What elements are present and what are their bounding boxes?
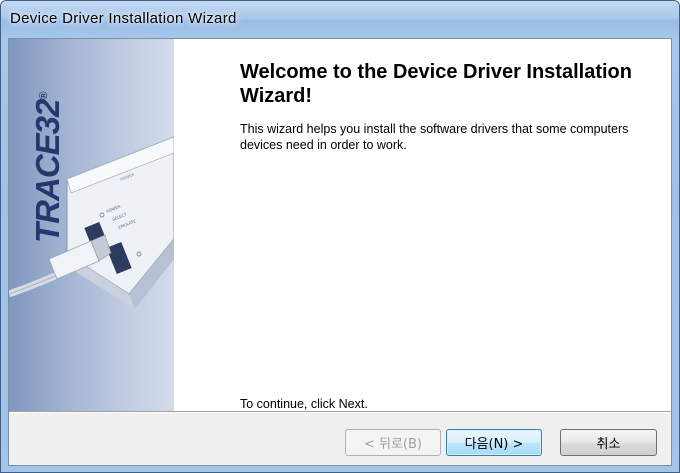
next-button[interactable]: 다음(N) > [446,429,542,456]
welcome-description: This wizard helps you install the softwa… [240,122,629,152]
device-illustration: POWER SELECT EMULATE POWER [9,136,174,309]
wizard-client-area: TRACE32® POWER SELECT EMULATE POWER Welc… [8,38,672,466]
welcome-heading: Welcome to the Device Driver Installatio… [240,61,632,107]
window-title: Device Driver Installation Wizard [10,10,237,27]
button-separator [9,411,671,413]
side-banner: TRACE32® POWER SELECT EMULATE POWER [9,39,174,411]
cancel-button[interactable]: 취소 [560,429,657,456]
continue-instruction: To continue, click Next. [240,397,368,411]
back-button[interactable]: < 뒤로(B) [345,429,441,456]
welcome-content: Welcome to the Device Driver Installatio… [174,39,671,411]
title-bar[interactable]: Device Driver Installation Wizard [1,1,679,38]
wizard-window: Device Driver Installation Wizard TRACE3… [0,0,680,473]
